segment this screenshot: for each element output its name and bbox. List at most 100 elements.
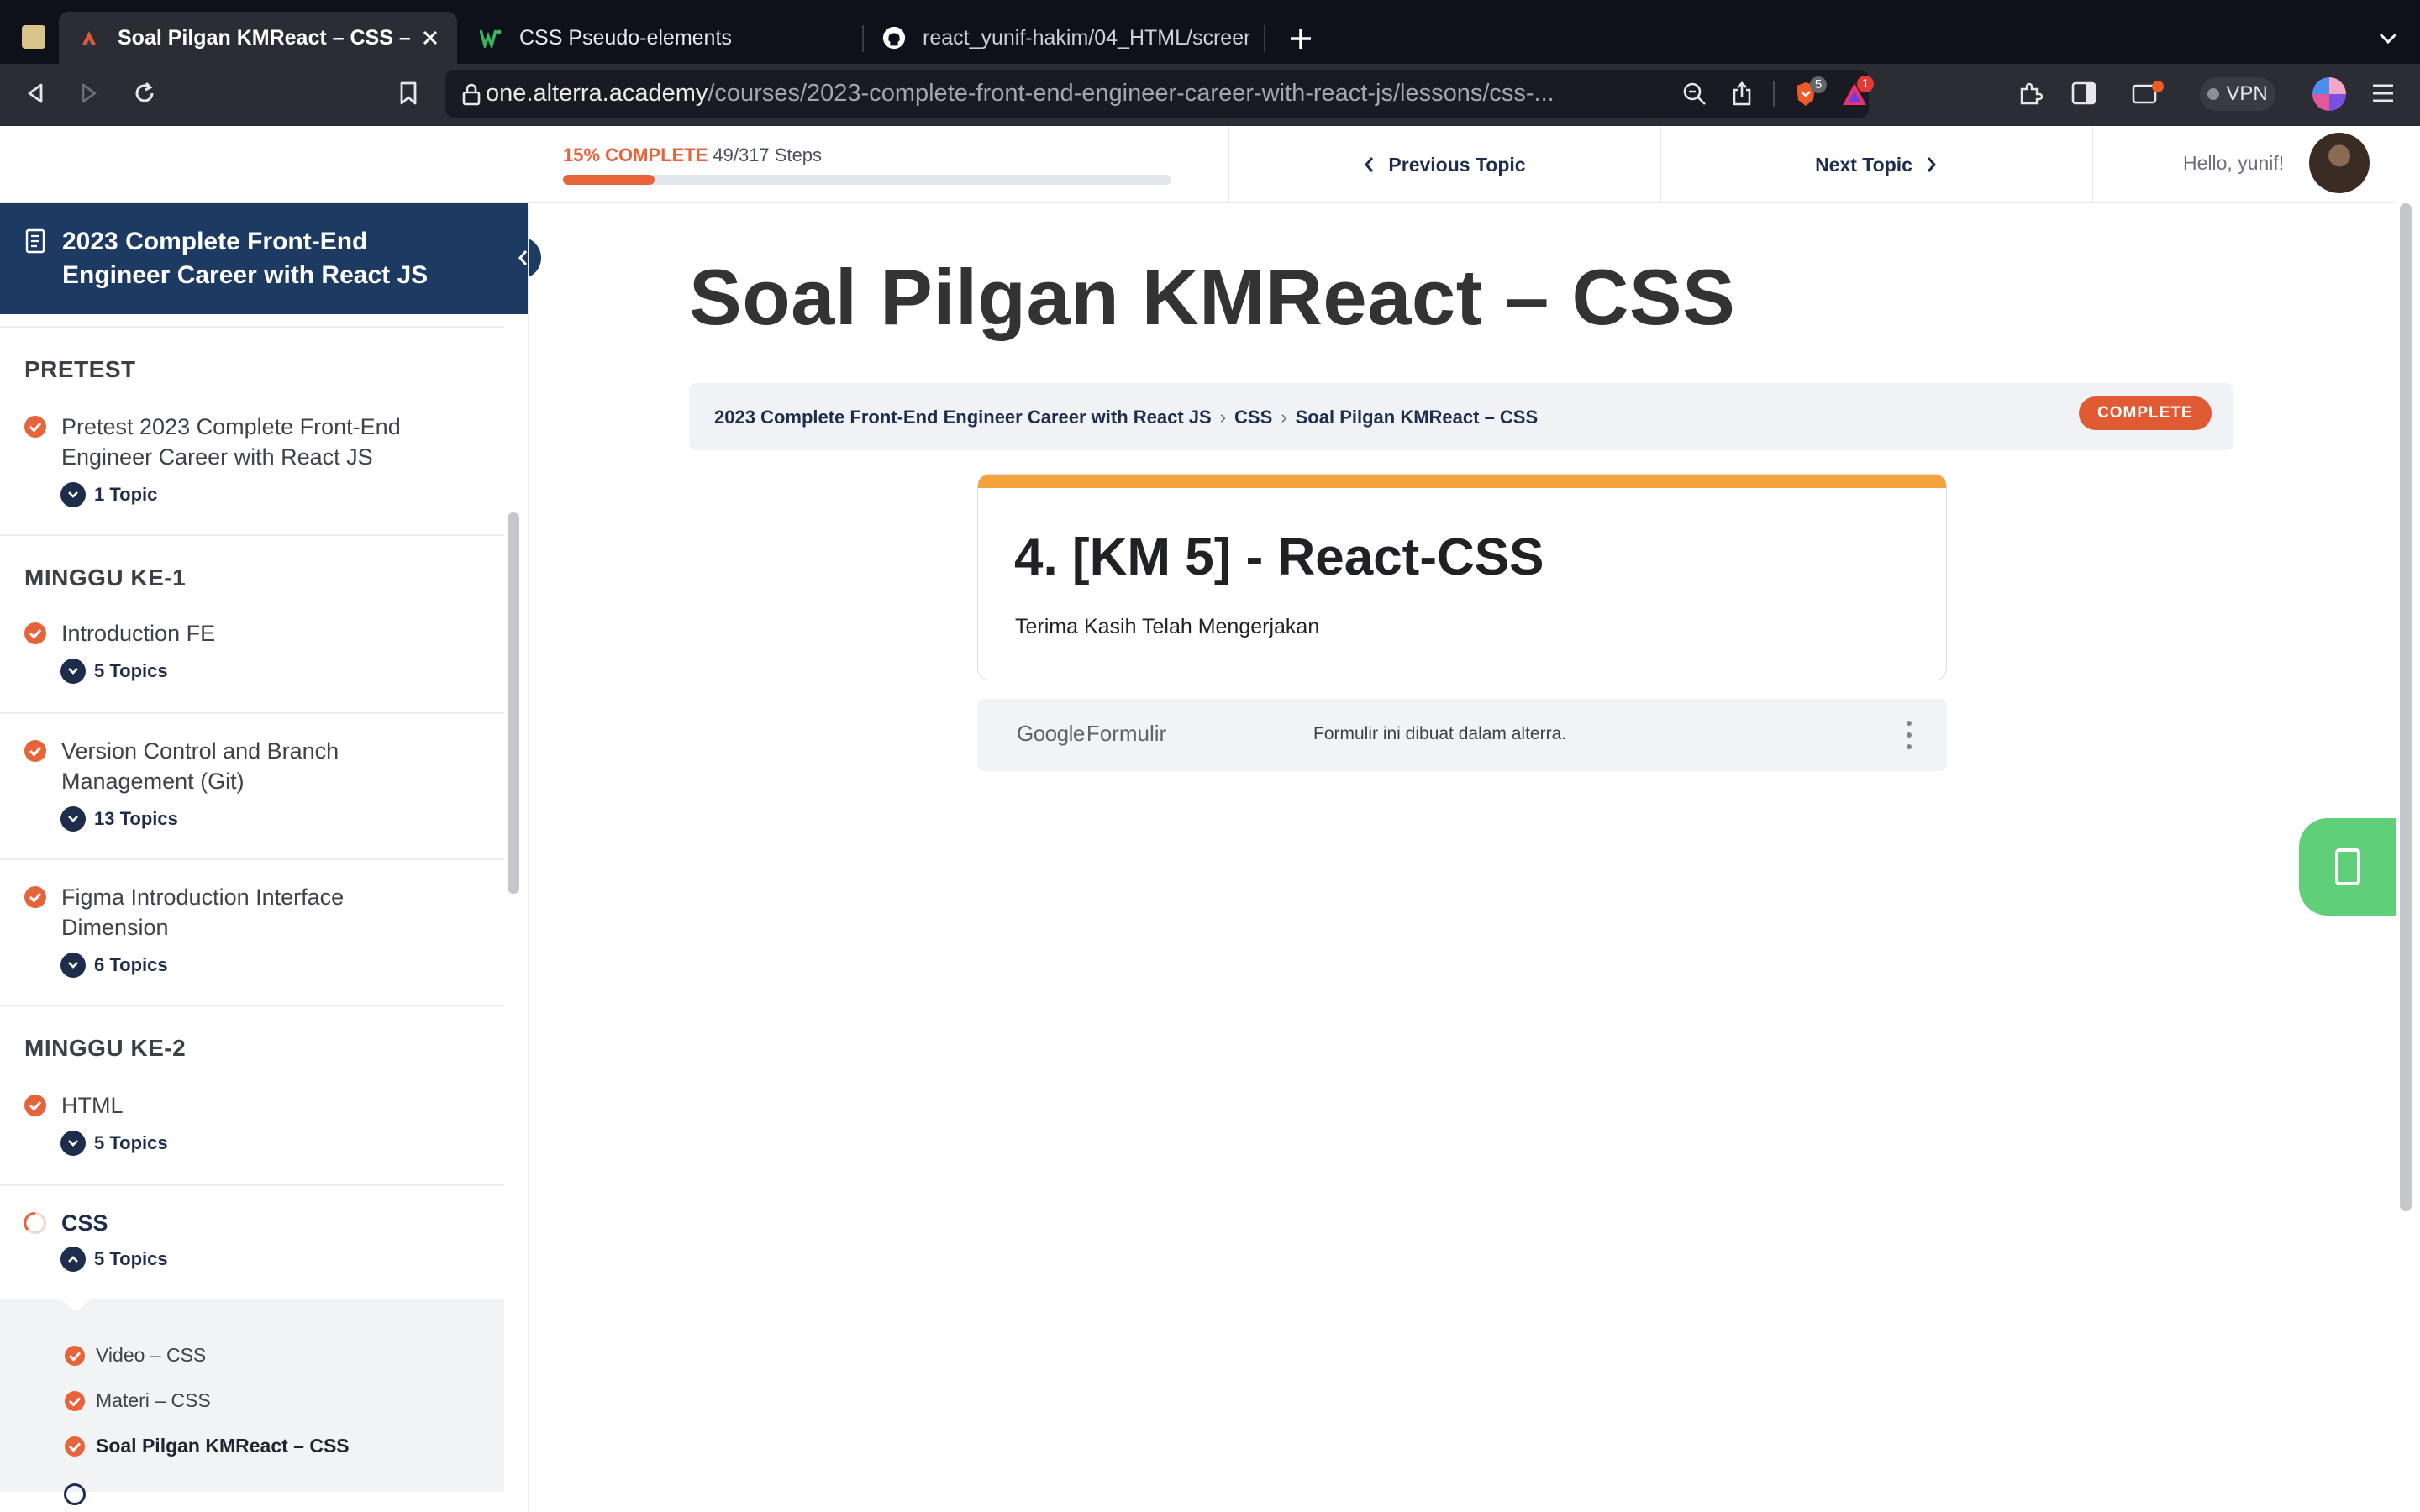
section-title-pretest: PRETEST xyxy=(24,356,136,382)
share-icon[interactable] xyxy=(1731,81,1753,107)
breadcrumb-link[interactable]: 2023 Complete Front-End Engineer Career … xyxy=(714,407,1212,428)
previous-topic-link[interactable]: Previous Topic xyxy=(1228,126,1660,203)
brave-rewards-icon[interactable]: 1 xyxy=(1840,75,1874,108)
floating-action-button[interactable] xyxy=(2299,818,2396,916)
topics-count: 13 Topics xyxy=(94,808,178,829)
topics-count: 6 Topics xyxy=(94,954,168,975)
course-title[interactable]: 2023 Complete Front-End Engineer Career … xyxy=(62,225,482,292)
progress-bar-fill xyxy=(563,175,655,185)
completed-check-icon xyxy=(65,1436,85,1457)
menu-icon[interactable] xyxy=(2365,75,2402,112)
sidebar-panel-icon[interactable] xyxy=(2065,75,2102,112)
zoom-icon[interactable] xyxy=(1682,81,1707,107)
lesson-item-html[interactable]: HTML xyxy=(61,1090,465,1121)
tab-separator xyxy=(1264,25,1265,52)
tab-title: react_yunif-hakim/04_HTML/screen xyxy=(923,25,1249,50)
form-accent-bar xyxy=(978,475,1946,488)
tab-title: CSS Pseudo-elements xyxy=(519,25,732,50)
tab-css-pseudo[interactable]: CSS Pseudo-elements xyxy=(460,12,859,64)
chevron-left-icon xyxy=(1365,157,1374,172)
expand-topics-toggle[interactable]: 1 Topic xyxy=(60,482,157,507)
next-topic-label: Next Topic xyxy=(1815,153,1912,176)
page-title: Soal Pilgan KMReact – CSS xyxy=(689,253,1736,341)
next-topic-link[interactable]: Next Topic xyxy=(1660,126,2092,203)
section-title-week-1: MINGGU KE-1 xyxy=(24,564,187,591)
tab-github[interactable]: react_yunif-hakim/04_HTML/screen xyxy=(864,12,1267,64)
sidebar-scrollbar[interactable] xyxy=(508,512,519,894)
profile-icon[interactable] xyxy=(2312,77,2346,111)
topics-count: 1 Topic xyxy=(94,484,158,505)
mobile-device-icon xyxy=(2335,848,2360,885)
back-button[interactable] xyxy=(17,75,54,112)
wallet-icon[interactable] xyxy=(2129,75,2166,112)
form-description: Terima Kasih Telah Mengerjakan xyxy=(1015,615,1320,638)
completed-check-icon xyxy=(24,740,46,762)
completed-check-icon xyxy=(24,1095,46,1116)
reload-button[interactable] xyxy=(126,75,163,112)
completed-check-icon xyxy=(65,1390,85,1411)
form-title: 4. [KM 5] - React-CSS xyxy=(1014,528,1544,586)
in-progress-icon xyxy=(24,1212,46,1234)
breadcrumb: 2023 Complete Front-End Engineer Career … xyxy=(714,407,1538,428)
subtopics-list: Video – CSS Materi – CSS Soal Pilgan KMR… xyxy=(0,1299,504,1505)
header-divider xyxy=(2092,126,2093,203)
tab-active[interactable]: Soal Pilgan KMReact – CSS – O xyxy=(59,12,457,64)
expand-topics-toggle[interactable]: 5 Topics xyxy=(60,1131,168,1156)
user-greeting: Hello, yunif! xyxy=(2183,152,2285,174)
alert-count-badge: 1 xyxy=(1857,75,1874,92)
url-text[interactable]: one.alterra.academy/courses/2023-complet… xyxy=(486,80,1660,108)
divider xyxy=(0,712,504,714)
bookmark-button[interactable] xyxy=(390,75,427,112)
status-badge: COMPLETE xyxy=(2079,396,2212,430)
pointer-notch xyxy=(60,1299,91,1312)
collapse-topics-toggle[interactable]: 5 Topics xyxy=(60,1247,168,1272)
lesson-item-introduction-fe[interactable]: Introduction FE xyxy=(61,618,465,648)
lesson-item-css[interactable]: CSS xyxy=(61,1208,465,1238)
breadcrumb-separator: › xyxy=(1219,407,1227,428)
sidebar-border xyxy=(528,203,529,1512)
brave-shields-icon[interactable]: 5 xyxy=(1791,76,1827,108)
completed-check-icon xyxy=(65,1345,85,1366)
subtopic-item-current[interactable]: Soal Pilgan KMReact – CSS xyxy=(64,1435,350,1457)
vpn-button[interactable]: VPN xyxy=(2200,77,2275,111)
extensions-icon[interactable] xyxy=(2012,75,2049,112)
close-tab-icon[interactable] xyxy=(422,29,439,46)
divider xyxy=(0,1005,504,1006)
new-tab-button[interactable] xyxy=(1282,20,1319,57)
progress-label: 15% COMPLETE 49/317 Steps xyxy=(563,144,822,166)
expand-topics-toggle[interactable]: 13 Topics xyxy=(60,806,178,832)
tab-title: Soal Pilgan KMReact – CSS – O xyxy=(118,25,410,50)
progress-steps: 49/317 Steps xyxy=(713,144,823,165)
topics-count: 5 Topics xyxy=(94,660,168,681)
divider xyxy=(0,858,504,860)
chevron-up-icon xyxy=(60,1247,86,1272)
chevron-down-icon xyxy=(60,806,86,832)
page-scrollbar[interactable] xyxy=(2400,203,2412,1211)
progress-bar xyxy=(563,175,1171,185)
chevron-down-icon xyxy=(60,659,86,684)
alterra-favicon-icon xyxy=(77,26,101,50)
expand-topics-toggle[interactable]: 5 Topics xyxy=(60,659,168,684)
lesson-item-version-control[interactable]: Version Control and Branch Management (G… xyxy=(61,736,431,796)
expand-topics-toggle[interactable]: 6 Topics xyxy=(60,953,168,978)
avatar[interactable] xyxy=(2309,133,2370,193)
google-forms-logo[interactable]: GoogleFormulir xyxy=(1017,721,1166,747)
subtopic-label: Soal Pilgan KMReact – CSS xyxy=(96,1435,350,1457)
previous-topic-label: Previous Topic xyxy=(1388,153,1526,176)
breadcrumb-link[interactable]: CSS xyxy=(1234,407,1272,428)
lesson-item-figma[interactable]: Figma Introduction Interface Dimension xyxy=(61,882,414,942)
tab-list-chevron-icon[interactable] xyxy=(2370,20,2407,57)
collapse-sidebar-button[interactable] xyxy=(504,237,541,279)
topics-count: 5 Topics xyxy=(94,1132,168,1153)
subtopic-item[interactable]: Video – CSS xyxy=(64,1344,206,1367)
divider xyxy=(0,326,504,328)
address-bar[interactable]: one.alterra.academy/courses/2023-complet… xyxy=(445,70,1874,118)
vpn-label: VPN xyxy=(2226,82,2268,105)
more-options-icon[interactable] xyxy=(1901,721,1918,749)
url-divider xyxy=(1773,81,1775,107)
forward-button[interactable] xyxy=(71,75,108,112)
lesson-item-pretest[interactable]: Pretest 2023 Complete Front-End Engineer… xyxy=(61,412,465,472)
subtopic-item[interactable]: Materi – CSS xyxy=(64,1389,211,1412)
sidebar-toggle-icon[interactable] xyxy=(22,25,45,49)
completed-check-icon xyxy=(24,622,46,644)
